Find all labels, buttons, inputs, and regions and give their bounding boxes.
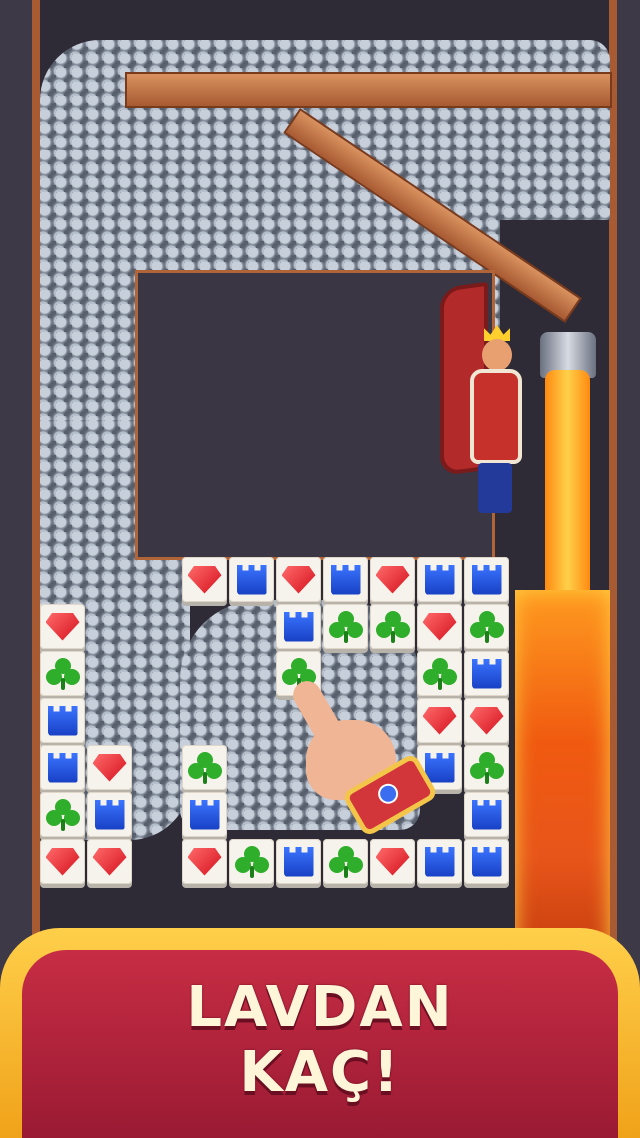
board-tile[interactable] bbox=[87, 839, 132, 884]
board-tile[interactable] bbox=[464, 839, 509, 884]
board-tile[interactable] bbox=[87, 792, 132, 837]
king-robe bbox=[470, 369, 522, 464]
blue-tower-icon bbox=[471, 564, 502, 595]
blue-tower-icon bbox=[471, 658, 502, 689]
king-head bbox=[482, 339, 512, 371]
board-tile[interactable] bbox=[370, 604, 415, 649]
green-clover-icon bbox=[469, 751, 504, 784]
green-clover-icon bbox=[45, 657, 80, 690]
board-tile[interactable] bbox=[87, 745, 132, 790]
blue-tower-icon bbox=[471, 846, 502, 877]
board-tile[interactable] bbox=[417, 604, 462, 649]
board-tile[interactable] bbox=[276, 604, 321, 649]
tutorial-hand-pointer bbox=[288, 676, 439, 840]
board-tile[interactable] bbox=[370, 557, 415, 602]
red-gem-icon bbox=[281, 565, 316, 594]
green-clover-icon bbox=[45, 798, 80, 831]
blue-tower-icon bbox=[330, 564, 361, 595]
board-tile[interactable] bbox=[229, 557, 274, 602]
board-tile[interactable] bbox=[40, 698, 85, 743]
blue-tower-icon bbox=[236, 564, 267, 595]
board-tile[interactable] bbox=[323, 604, 368, 649]
board-tile[interactable] bbox=[182, 745, 227, 790]
board-tile[interactable] bbox=[464, 698, 509, 743]
board-tile[interactable] bbox=[276, 839, 321, 884]
red-gem-icon bbox=[92, 847, 127, 876]
cuff-gem-icon bbox=[374, 780, 402, 808]
blue-tower-icon bbox=[47, 705, 78, 736]
board-tile[interactable] bbox=[417, 839, 462, 884]
blue-tower-icon bbox=[424, 564, 455, 595]
board-tile[interactable] bbox=[370, 839, 415, 884]
green-clover-icon bbox=[234, 845, 269, 878]
board-tile[interactable] bbox=[464, 792, 509, 837]
board-tile[interactable] bbox=[464, 557, 509, 602]
board-tile[interactable] bbox=[229, 839, 274, 884]
board-tile[interactable] bbox=[182, 557, 227, 602]
board-tile[interactable] bbox=[182, 839, 227, 884]
board-tile[interactable] bbox=[276, 557, 321, 602]
green-clover-icon bbox=[328, 610, 363, 643]
green-clover-icon bbox=[328, 845, 363, 878]
blue-tower-icon bbox=[283, 611, 314, 642]
red-gem-icon bbox=[45, 612, 80, 641]
red-gem-icon bbox=[375, 565, 410, 594]
red-gem-icon bbox=[187, 565, 222, 594]
board-tile[interactable] bbox=[323, 557, 368, 602]
board-tile[interactable] bbox=[464, 604, 509, 649]
board-tile[interactable] bbox=[40, 651, 85, 696]
green-clover-icon bbox=[422, 657, 457, 690]
board-tile[interactable] bbox=[182, 792, 227, 837]
green-clover-icon bbox=[469, 610, 504, 643]
board-tile[interactable] bbox=[40, 839, 85, 884]
board-tile[interactable] bbox=[464, 651, 509, 696]
red-gem-icon bbox=[469, 706, 504, 735]
lava-pool bbox=[515, 590, 610, 970]
red-gem-icon bbox=[45, 847, 80, 876]
blue-tower-icon bbox=[424, 846, 455, 877]
blue-tower-icon bbox=[47, 752, 78, 783]
blue-tower-icon bbox=[94, 799, 125, 830]
board-tile[interactable] bbox=[40, 604, 85, 649]
king-legs bbox=[478, 463, 512, 513]
red-gem-icon bbox=[187, 847, 222, 876]
lava-stream bbox=[545, 370, 590, 600]
board-tile[interactable] bbox=[417, 557, 462, 602]
board-tile[interactable] bbox=[40, 792, 85, 837]
banner-title-line1: LAVDAN bbox=[186, 975, 454, 1040]
banner-title-line2: KAÇ! bbox=[239, 1040, 401, 1105]
board-tile[interactable] bbox=[323, 839, 368, 884]
king-character bbox=[462, 325, 522, 525]
green-clover-icon bbox=[375, 610, 410, 643]
board-tile[interactable] bbox=[464, 745, 509, 790]
wooden-ledge bbox=[125, 72, 612, 108]
green-clover-icon bbox=[187, 751, 222, 784]
red-gem-icon bbox=[375, 847, 410, 876]
board-tile[interactable] bbox=[40, 745, 85, 790]
blue-tower-icon bbox=[283, 846, 314, 877]
red-gem-icon bbox=[92, 753, 127, 782]
blue-tower-icon bbox=[471, 799, 502, 830]
red-gem-icon bbox=[422, 612, 457, 641]
blue-tower-icon bbox=[189, 799, 220, 830]
